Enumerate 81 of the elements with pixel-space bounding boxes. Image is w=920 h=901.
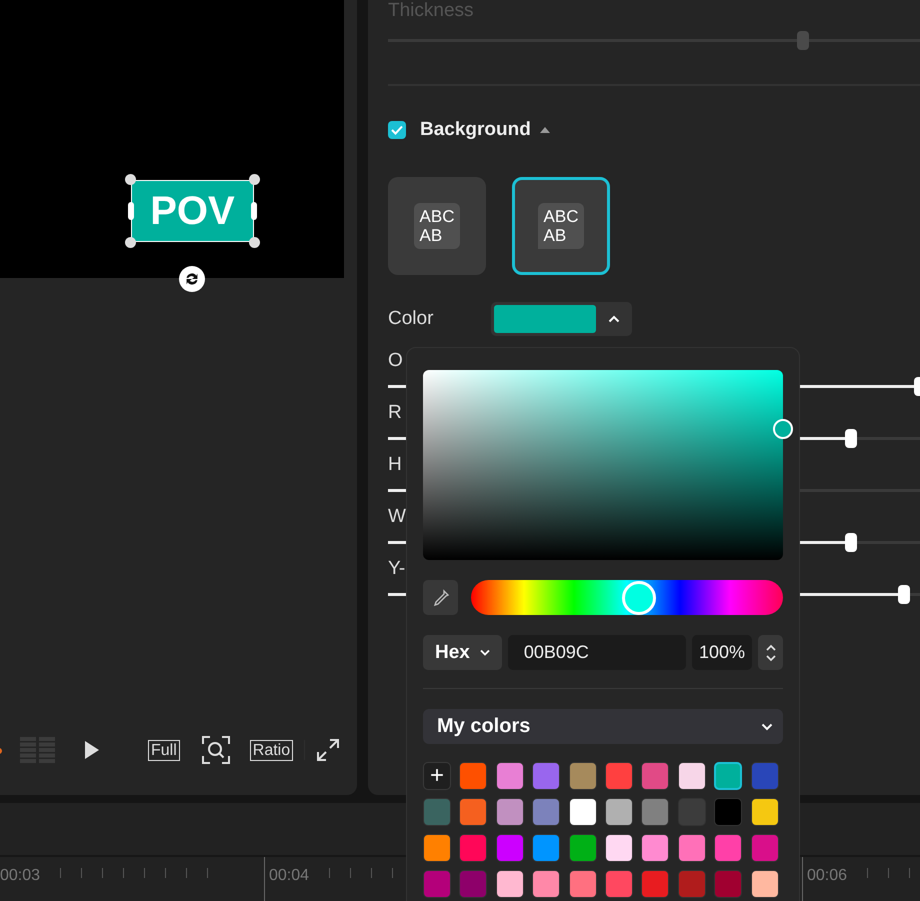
slider-thumb[interactable]	[898, 585, 910, 604]
color-swatch[interactable]	[714, 798, 742, 826]
color-swatch[interactable]	[532, 834, 560, 862]
color-swatch[interactable]	[568, 762, 597, 790]
color-swatch[interactable]	[714, 870, 742, 898]
style-option[interactable]: ABC AB	[388, 177, 486, 275]
color-swatch[interactable]	[750, 798, 779, 826]
color-swatch[interactable]	[714, 762, 742, 790]
color-swatch[interactable]	[714, 834, 742, 862]
slider-label: R	[388, 402, 402, 424]
time-label: 00:04	[269, 867, 310, 885]
color-swatch[interactable]	[459, 834, 488, 862]
color-swatch[interactable]	[459, 798, 488, 826]
slider-thumb[interactable]	[844, 533, 857, 552]
chevron-down-icon	[480, 649, 490, 656]
slider-label: Y-	[388, 558, 406, 580]
color-swatch[interactable]	[532, 762, 560, 790]
color-swatch[interactable]	[604, 798, 633, 826]
section-title: Background	[420, 119, 531, 141]
resize-handle[interactable]	[249, 174, 260, 185]
chevron-down-icon	[761, 722, 773, 730]
slider-label: O	[388, 350, 403, 372]
palette-dropdown[interactable]: My colors	[423, 709, 783, 744]
color-swatch[interactable]	[423, 798, 451, 826]
color-swatch[interactable]	[750, 762, 779, 790]
chevron-up-icon	[608, 315, 620, 323]
resize-handle[interactable]	[128, 202, 134, 220]
time-label: 00:03	[0, 867, 40, 885]
eyedropper-icon[interactable]	[423, 580, 458, 615]
zoom-icon[interactable]	[202, 736, 230, 764]
color-swatch[interactable]	[496, 870, 524, 898]
color-swatch[interactable]	[641, 798, 670, 826]
resize-handle[interactable]	[251, 202, 257, 220]
hue-slider[interactable]	[471, 580, 783, 615]
slider-thumb[interactable]	[844, 429, 857, 448]
color-swatch[interactable]	[641, 834, 670, 862]
slider-label: W	[388, 506, 406, 528]
format-dropdown[interactable]: Hex	[423, 635, 502, 670]
rotate-icon[interactable]	[179, 266, 205, 292]
color-swatch[interactable]	[604, 870, 633, 898]
resize-handle[interactable]	[249, 237, 260, 248]
color-swatch[interactable]	[641, 870, 670, 898]
color-dropdown[interactable]	[491, 302, 632, 336]
color-swatch[interactable]	[459, 762, 488, 790]
color-swatch[interactable]	[568, 798, 597, 826]
color-pad[interactable]	[423, 370, 783, 560]
hue-thumb[interactable]	[622, 580, 656, 614]
color-swatch[interactable]	[568, 834, 597, 862]
fullscreen-icon[interactable]	[316, 738, 340, 762]
color-swatch[interactable]	[568, 870, 597, 898]
color-swatch[interactable]	[532, 798, 560, 826]
play-icon[interactable]	[84, 740, 100, 760]
hex-input[interactable]: 00B09C	[508, 635, 686, 670]
color-swatch[interactable]	[604, 762, 633, 790]
color-swatch[interactable]	[678, 834, 706, 862]
style-option[interactable]: ABC AB	[512, 177, 610, 275]
color-swatch[interactable]	[604, 834, 633, 862]
resize-handle[interactable]	[125, 237, 136, 248]
alpha-input[interactable]: 100%	[692, 635, 752, 670]
background-checkbox[interactable]	[388, 121, 406, 139]
color-swatch[interactable]	[423, 870, 451, 898]
color-label: Color	[388, 308, 434, 330]
color-swatch[interactable]	[678, 870, 706, 898]
stepper-icon[interactable]	[758, 635, 783, 670]
resize-handle[interactable]	[125, 174, 136, 185]
full-button[interactable]: Full	[148, 740, 180, 760]
color-swatch[interactable]	[641, 762, 670, 790]
slider-label: H	[388, 454, 402, 476]
color-swatch[interactable]	[496, 798, 524, 826]
color-swatch[interactable]	[459, 870, 488, 898]
color-swatch[interactable]	[750, 834, 779, 862]
add-color-button[interactable]: +	[423, 762, 451, 790]
color-swatch[interactable]	[496, 834, 524, 862]
ratio-button[interactable]: Ratio	[250, 740, 294, 760]
color-swatch[interactable]	[532, 870, 560, 898]
collapse-icon[interactable]	[538, 126, 551, 134]
color-swatch[interactable]	[750, 870, 779, 898]
color-swatch[interactable]	[423, 834, 451, 862]
color-swatch[interactable]	[678, 762, 706, 790]
time-label: 00:06	[807, 867, 848, 885]
color-swatch[interactable]	[496, 762, 524, 790]
